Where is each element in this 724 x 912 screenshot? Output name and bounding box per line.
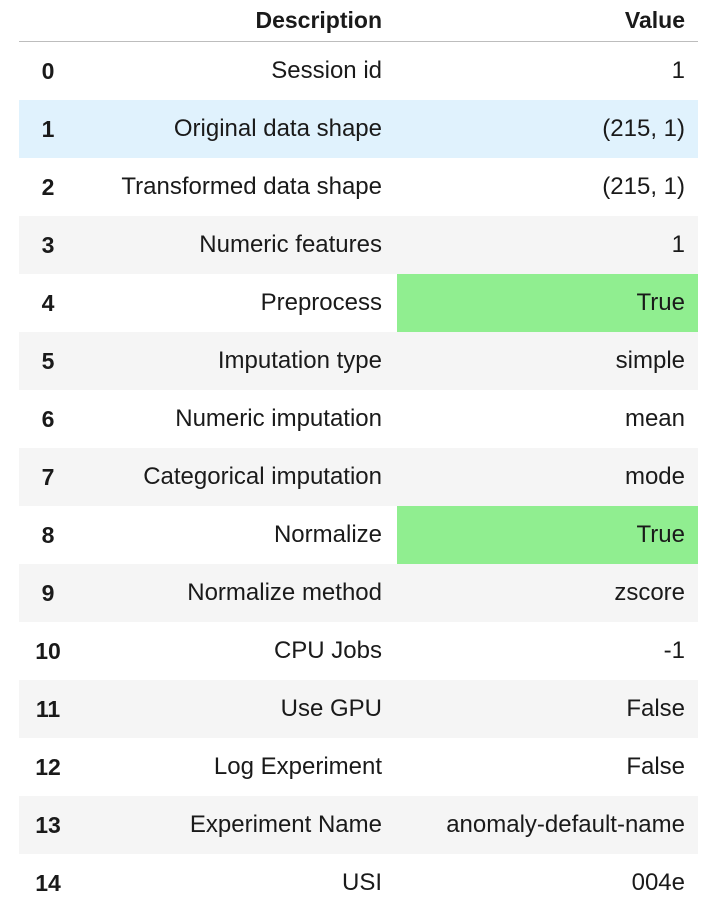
row-description: Numeric features (199, 231, 382, 258)
row-index: 10 (35, 637, 61, 664)
row-index: 6 (41, 405, 55, 432)
setup-summary-table: Description Value 0 Session id 1 1 Original … (19, 0, 698, 912)
table-row: 9 Normalize method zscore (19, 564, 698, 622)
row-index: 8 (41, 521, 55, 548)
row-description: Transformed data shape (121, 173, 382, 200)
row-description: Preprocess (260, 289, 382, 316)
row-description: Use GPU (280, 695, 382, 722)
row-index: 1 (41, 115, 55, 142)
row-value: 1 (671, 57, 685, 84)
table-row: 7 Categorical imputation mode (19, 448, 698, 506)
row-description: Normalize method (187, 579, 382, 606)
row-description: Normalize (273, 521, 382, 548)
table-row: 6 Numeric imputation mean (19, 390, 698, 448)
row-description: Original data shape (173, 115, 382, 142)
header-value: Value (624, 7, 685, 33)
row-index: 2 (41, 173, 55, 200)
row-index: 11 (35, 695, 61, 722)
row-value: mode (624, 463, 685, 490)
table-body: 0 Session id 1 1 Original data shape (215, 1)… (19, 42, 698, 912)
row-index: 12 (35, 753, 61, 780)
row-index: 7 (41, 463, 55, 490)
row-description: Experiment Name (189, 811, 382, 838)
table-row: 12 Log Experiment False (19, 738, 698, 796)
table-row: 3 Numeric features 1 (19, 216, 698, 274)
header-description: Description (255, 7, 382, 33)
row-description: Log Experiment (213, 753, 382, 780)
row-index: 13 (35, 811, 61, 838)
row-value-highlighted: True (397, 274, 698, 332)
row-index: 14 (35, 869, 61, 896)
row-value: False (626, 695, 685, 722)
table-row: 10 CPU Jobs -1 (19, 622, 698, 680)
row-value: zscore (614, 579, 685, 606)
row-index: 4 (41, 289, 55, 316)
row-value: False (626, 753, 685, 780)
row-value: 004e (631, 869, 685, 896)
row-value: 1 (671, 231, 685, 258)
row-value-highlighted: True (397, 506, 698, 564)
table-row: 1 Original data shape (215, 1) (19, 100, 698, 158)
table-row: 11 Use GPU False (19, 680, 698, 738)
row-value: simple (615, 347, 685, 374)
row-index: 3 (41, 231, 55, 258)
table-row: 4 Preprocess True (19, 274, 698, 332)
row-index: 0 (41, 57, 55, 84)
row-value: (215, 1) (602, 115, 685, 142)
row-value: anomaly-default-name (446, 811, 685, 838)
table-row: 5 Imputation type simple (19, 332, 698, 390)
table-row: 14 USI 004e (19, 854, 698, 912)
table-header: Description Value (19, 0, 698, 42)
row-description: USI (341, 869, 382, 896)
table-row: 13 Experiment Name anomaly-default-name (19, 796, 698, 854)
header-index (19, 0, 77, 41)
table-row: 2 Transformed data shape (215, 1) (19, 158, 698, 216)
row-description: Categorical imputation (143, 463, 382, 490)
row-value: -1 (663, 637, 685, 664)
row-index: 5 (41, 347, 55, 374)
row-index: 9 (41, 579, 55, 606)
row-value: (215, 1) (602, 173, 685, 200)
row-value: mean (624, 405, 685, 432)
row-description: Numeric imputation (175, 405, 382, 432)
table-row: 0 Session id 1 (19, 42, 698, 100)
row-description: CPU Jobs (273, 637, 382, 664)
row-description: Imputation type (217, 347, 382, 374)
table-row: 8 Normalize True (19, 506, 698, 564)
row-description: Session id (271, 57, 382, 84)
